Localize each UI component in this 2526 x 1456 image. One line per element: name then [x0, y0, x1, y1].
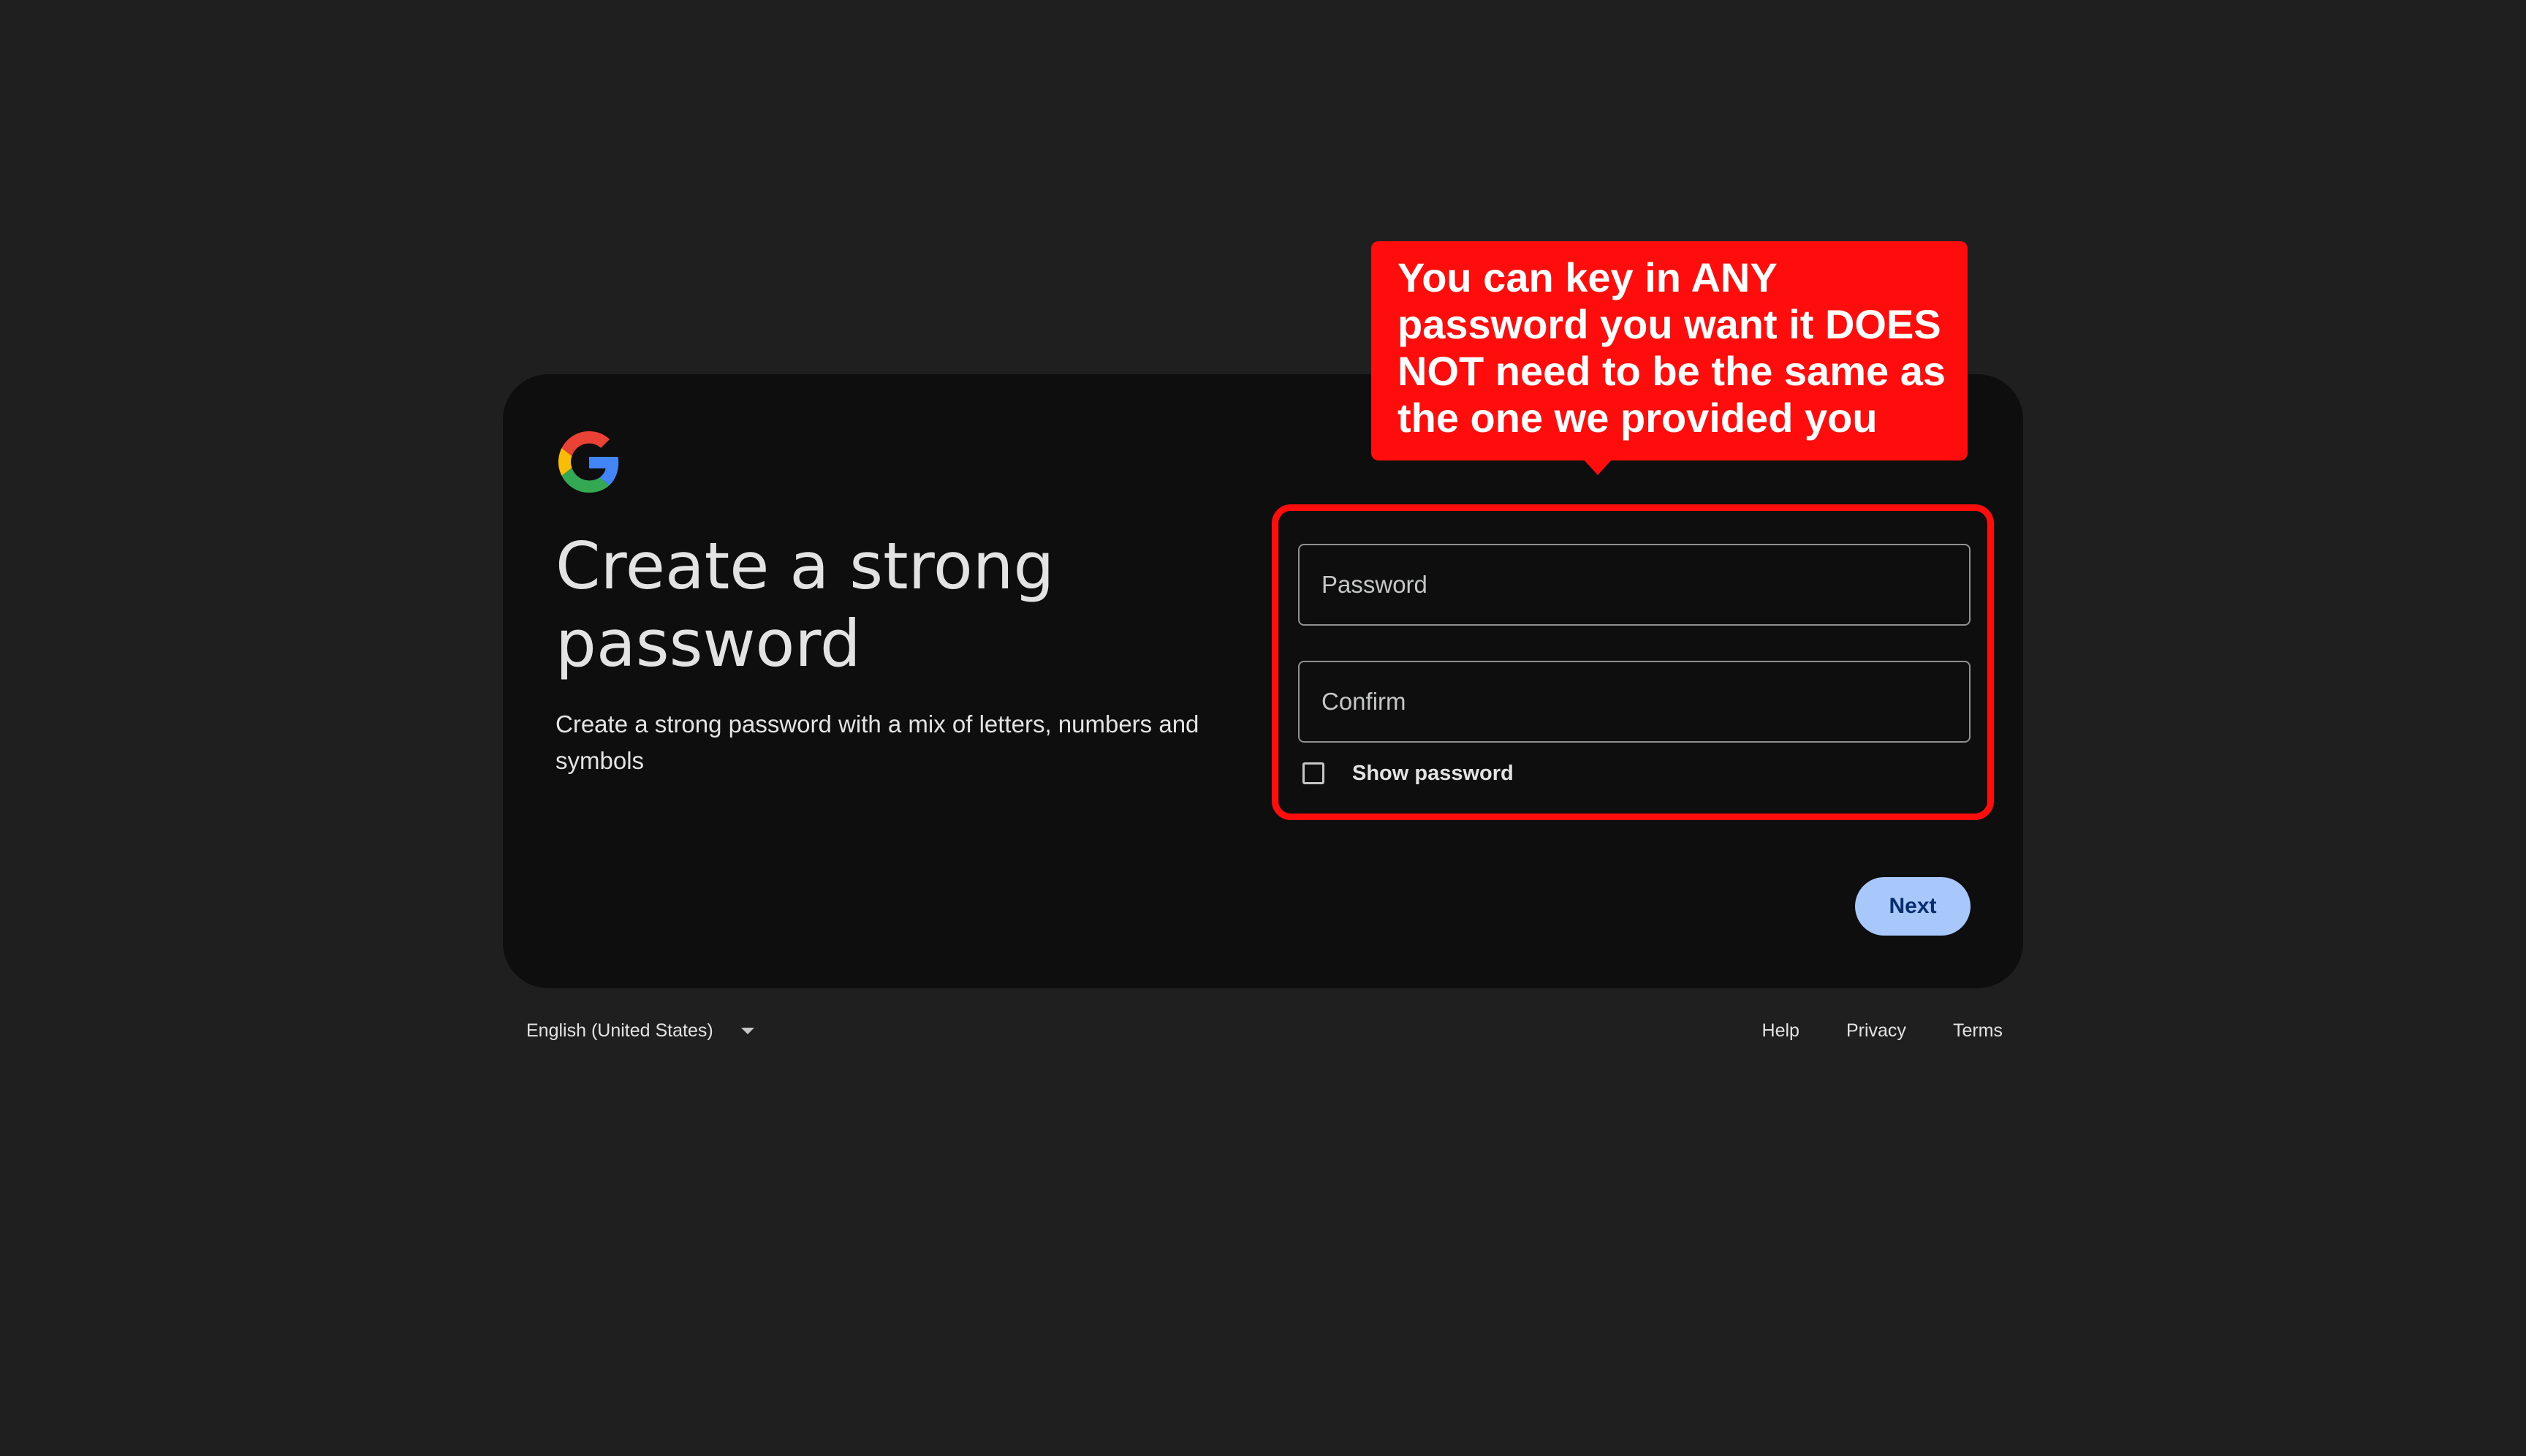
annotation-callout-pointer: [1583, 459, 1612, 475]
annotation-callout: You can key in ANY password you want it …: [1371, 241, 1968, 460]
language-selector[interactable]: English (United States): [526, 1020, 754, 1042]
dropdown-arrow-icon: [740, 1028, 754, 1034]
page-title: Create a strong password: [555, 528, 1055, 681]
annotation-highlight-box: [1272, 504, 1994, 820]
page: Create a strong password Create a strong…: [0, 0, 2526, 1456]
terms-link[interactable]: Terms: [1953, 1020, 2003, 1042]
page-subtitle: Create a strong password with a mix of l…: [555, 710, 1199, 774]
next-button[interactable]: Next: [1855, 877, 1971, 936]
footer-links: Help Privacy Terms: [1715, 1020, 2003, 1042]
privacy-link[interactable]: Privacy: [1846, 1020, 1906, 1042]
language-label: English (United States): [526, 1020, 713, 1041]
help-link[interactable]: Help: [1762, 1020, 1799, 1042]
google-g-icon: [558, 431, 619, 493]
